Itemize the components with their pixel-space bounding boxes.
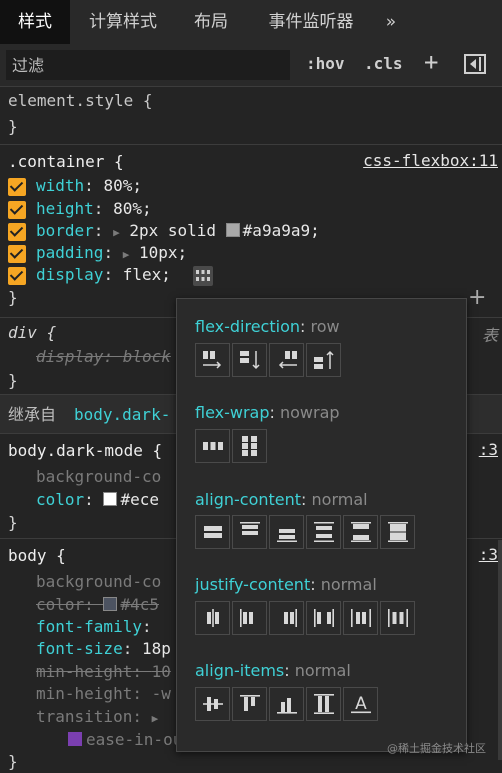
justify-content-space-around-icon[interactable]: [343, 601, 378, 635]
svg-text:A: A: [355, 694, 367, 714]
inherited-selector-link[interactable]: body.dark-: [74, 404, 170, 426]
flex-direction-column-reverse-icon[interactable]: [306, 343, 341, 377]
align-content-space-around-icon[interactable]: [306, 515, 341, 549]
tab-computed[interactable]: 计算样式: [80, 0, 166, 44]
justify-content-space-between-icon[interactable]: [306, 601, 341, 635]
align-items-label: align-items: normal: [195, 661, 351, 680]
color-swatch[interactable]: [103, 597, 118, 611]
inherited-label: 继承自: [8, 405, 57, 424]
flex-direction-row-reverse-icon[interactable]: [269, 343, 304, 377]
element-style-rule: element.style { }: [0, 86, 502, 145]
rule-close: }: [8, 513, 18, 532]
flexbox-editor-popup: flex-direction: row flex-wrap: nowrap al…: [176, 298, 467, 752]
align-content-stretch-icon[interactable]: [380, 515, 415, 549]
property-checkbox[interactable]: [8, 245, 26, 263]
align-content-buttons: [195, 515, 417, 549]
property-line[interactable]: height: 80%;: [36, 198, 152, 220]
rule-close: }: [8, 117, 18, 136]
align-content-center-icon[interactable]: [195, 515, 230, 549]
property-line[interactable]: display: flex;: [36, 264, 171, 286]
toggle-sidebar-icon[interactable]: [464, 54, 486, 74]
property-checkbox[interactable]: [8, 267, 26, 285]
align-content-label: align-content: normal: [195, 490, 368, 509]
align-items-center-icon[interactable]: [195, 687, 230, 721]
flexbox-editor-icon[interactable]: [193, 266, 213, 286]
property-line[interactable]: color: #4c5: [36, 594, 159, 616]
color-swatch[interactable]: [225, 223, 240, 237]
property-line: display: block: [36, 347, 171, 366]
property-line[interactable]: min-height: 10: [36, 661, 171, 683]
easing-icon[interactable]: [68, 732, 82, 746]
tab-styles[interactable]: 样式: [0, 0, 70, 44]
color-swatch[interactable]: [103, 492, 118, 506]
justify-content-flex-end-icon[interactable]: [269, 601, 304, 635]
property-line[interactable]: font-family:: [36, 616, 161, 638]
flex-direction-buttons: [195, 343, 343, 377]
expand-triangle-icon[interactable]: ▶: [123, 248, 130, 261]
rule-selector: body {: [8, 546, 66, 565]
property-line[interactable]: color: #ece: [36, 489, 159, 511]
scrollbar[interactable]: [498, 540, 502, 760]
align-items-flex-end-icon[interactable]: [269, 687, 304, 721]
flex-direction-label: flex-direction: row: [195, 317, 340, 336]
tab-bar: 样式 计算样式 布局 事件监听器 »: [0, 0, 502, 45]
property-line[interactable]: background-co: [36, 571, 161, 593]
justify-content-space-evenly-icon[interactable]: [380, 601, 415, 635]
justify-content-center-icon[interactable]: [195, 601, 230, 635]
add-property-icon[interactable]: +: [468, 285, 486, 310]
property-line[interactable]: width: 80%;: [36, 175, 142, 197]
align-content-flex-end-icon[interactable]: [269, 515, 304, 549]
rule-selector: .container {: [8, 152, 124, 171]
property-line[interactable]: min-height: -w: [36, 683, 171, 705]
hov-button[interactable]: :hov: [306, 54, 345, 73]
flex-wrap-buttons: [195, 429, 269, 463]
source-link[interactable]: :3: [479, 545, 498, 564]
property-checkbox[interactable]: [8, 178, 26, 196]
property-checkbox[interactable]: [8, 223, 26, 241]
property-checkbox[interactable]: [8, 201, 26, 219]
new-rule-button[interactable]: +: [424, 48, 438, 76]
rule-selector: body.dark-mode {: [8, 441, 163, 460]
align-items-buttons: A: [195, 687, 380, 721]
justify-content-label: justify-content: normal: [195, 575, 377, 594]
align-items-flex-start-icon[interactable]: [232, 687, 267, 721]
expand-triangle-icon[interactable]: ▶: [113, 226, 120, 239]
flex-direction-column-icon[interactable]: [232, 343, 267, 377]
flex-wrap-wrap-icon[interactable]: [232, 429, 267, 463]
tab-event-listeners[interactable]: 事件监听器: [256, 0, 366, 44]
tab-layout[interactable]: 布局: [186, 0, 236, 44]
cls-button[interactable]: .cls: [364, 54, 403, 73]
align-content-space-between-icon[interactable]: [343, 515, 378, 549]
watermark: @稀土掘金技术社区: [387, 742, 486, 755]
rule-close: }: [8, 371, 18, 390]
align-items-stretch-icon[interactable]: [306, 687, 341, 721]
more-tabs-icon[interactable]: »: [378, 0, 404, 44]
property-line[interactable]: transition: ▶: [36, 706, 158, 730]
property-line[interactable]: font-size: 18p: [36, 638, 171, 660]
align-content-flex-start-icon[interactable]: [232, 515, 267, 549]
flex-wrap-label: flex-wrap: nowrap: [195, 403, 340, 422]
justify-content-buttons: [195, 601, 417, 635]
flex-wrap-nowrap-icon[interactable]: [195, 429, 230, 463]
filter-bar: :hov .cls +: [0, 44, 502, 87]
source-label: 表: [481, 326, 498, 345]
align-items-baseline-icon[interactable]: A: [343, 687, 378, 721]
filter-input[interactable]: [6, 50, 290, 80]
property-line[interactable]: background-co: [36, 466, 161, 488]
property-line[interactable]: border: ▶ 2px solid #a9a9a9;: [36, 220, 320, 244]
rule-selector: element.style {: [8, 91, 153, 110]
source-link[interactable]: :3: [479, 440, 498, 459]
flex-direction-row-icon[interactable]: [195, 343, 230, 377]
rule-selector: div {: [8, 323, 57, 342]
property-line[interactable]: padding: ▶ 10px;: [36, 242, 187, 266]
container-rule: .container { css-flexbox:11 width: 80%; …: [0, 145, 502, 318]
rule-close: }: [8, 288, 18, 307]
justify-content-flex-start-icon[interactable]: [232, 601, 267, 635]
source-link[interactable]: css-flexbox:11: [363, 151, 498, 170]
